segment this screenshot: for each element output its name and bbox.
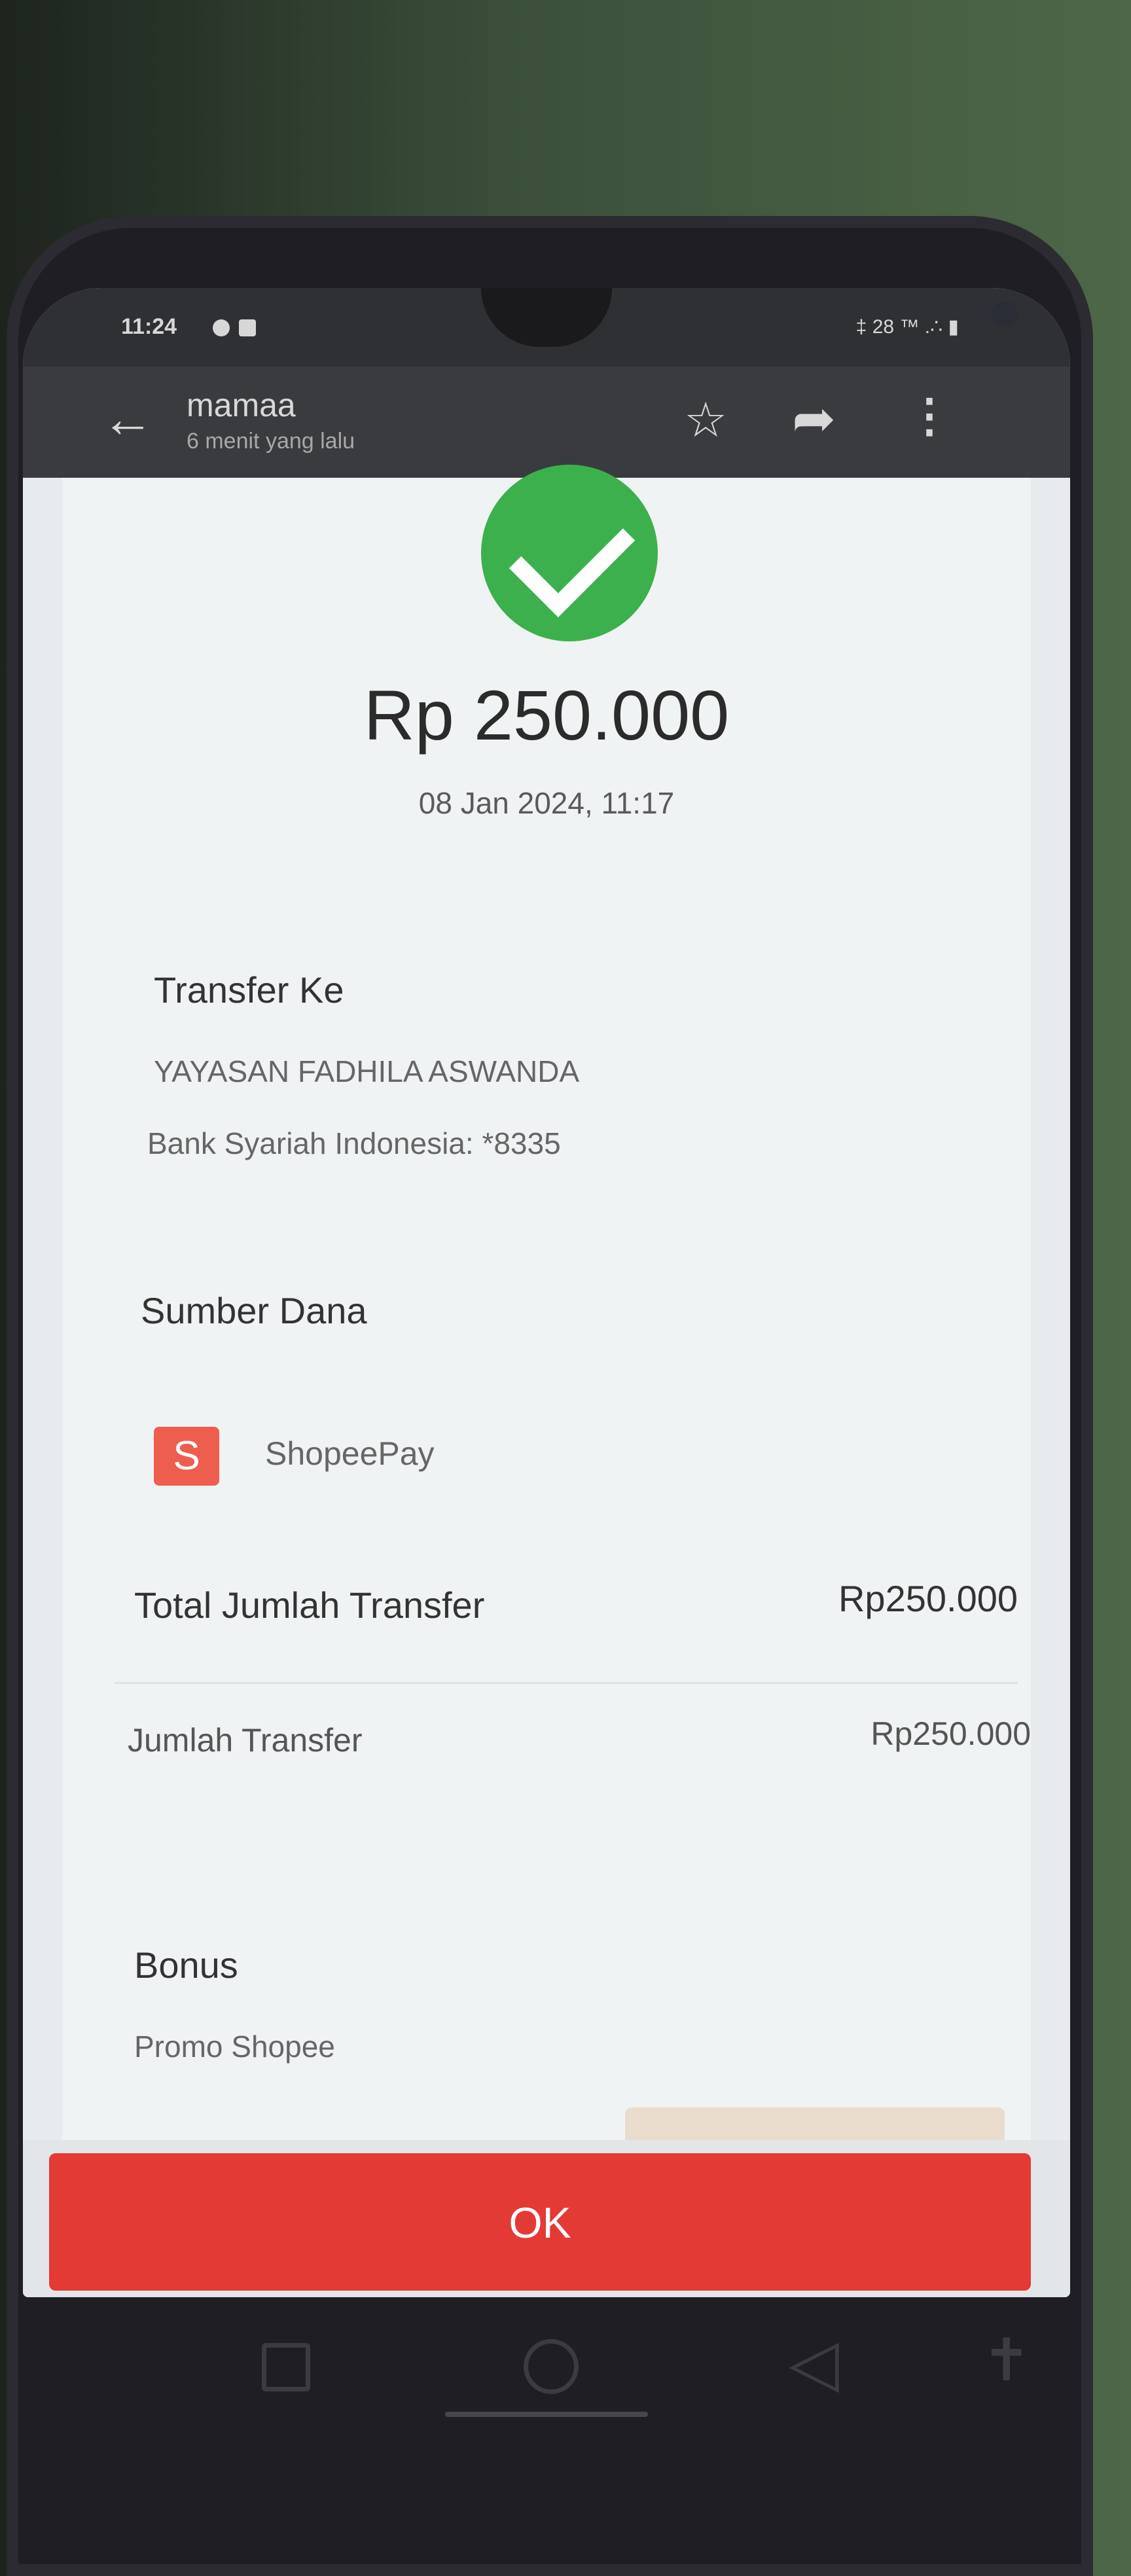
home-icon[interactable] — [524, 2339, 579, 2394]
accessibility-icon[interactable]: ✝ — [982, 2331, 1031, 2390]
recent-apps-icon[interactable] — [262, 2343, 310, 2391]
transfer-datetime: 08 Jan 2024, 11:17 — [418, 786, 675, 820]
sender-name: mamaa — [187, 387, 296, 423]
status-bar: 11:24 ‡ 28 ™ .∴ ▮ — [23, 288, 1070, 367]
total-label: Total Jumlah Transfer — [134, 1584, 485, 1626]
share-icon[interactable]: ➦ — [792, 393, 836, 445]
more-options-icon[interactable]: ⋮ — [907, 393, 952, 438]
amount-label: Jumlah Transfer — [128, 1722, 363, 1759]
promo-label: Promo Shopee — [134, 2030, 335, 2064]
message-timestamp: 6 menit yang lalu — [187, 429, 355, 454]
total-value: Rp250.000 — [838, 1578, 1018, 1619]
notification-icon — [213, 319, 230, 336]
recipient-bank: Bank Syariah Indonesia: *8335 — [147, 1126, 561, 1160]
system-nav-bar: ◁ ✝ — [0, 2297, 1131, 2576]
back-arrow-icon[interactable]: ← — [101, 393, 154, 445]
bonus-title: Bonus — [134, 1944, 238, 1986]
back-triangle-icon[interactable]: ◁ — [789, 2330, 839, 2395]
app-bar: ← mamaa 6 menit yang lalu ☆ ➦ ⋮ — [23, 367, 1070, 478]
success-check-icon — [481, 465, 658, 641]
camera-notch — [481, 288, 1018, 347]
checkmark-icon — [509, 491, 636, 618]
phone-screen: 11:24 ‡ 28 ™ .∴ ▮ ← mamaa 6 menit yang l… — [23, 288, 1070, 2297]
bottom-action-area: OK — [23, 2140, 1070, 2297]
star-icon[interactable]: ☆ — [684, 396, 727, 444]
transfer-amount: Rp 250.000 — [363, 675, 730, 755]
shopeepay-logo-icon: S — [154, 1427, 219, 1486]
status-time: 11:24 — [121, 314, 177, 339]
receipt-content: Rp 250.000 08 Jan 2024, 11:17 Transfer K… — [62, 465, 1031, 2147]
camera-icon — [992, 301, 1018, 327]
divider — [115, 1682, 1018, 1684]
photo-scene: 11:24 ‡ 28 ™ .∴ ▮ ← mamaa 6 menit yang l… — [0, 0, 1131, 2576]
gesture-pill — [445, 2412, 648, 2417]
ok-button[interactable]: OK — [49, 2153, 1031, 2291]
message-icon — [239, 319, 256, 336]
source-name: ShopeePay — [265, 1435, 435, 1472]
transfer-to-title: Transfer Ke — [154, 969, 344, 1011]
status-indicators: ‡ 28 ™ .∴ ▮ — [855, 316, 959, 338]
source-title: Sumber Dana — [141, 1290, 367, 1331]
recipient-name: YAYASAN FADHILA ASWANDA — [154, 1054, 580, 1088]
amount-value: Rp250.000 — [871, 1715, 1031, 1752]
